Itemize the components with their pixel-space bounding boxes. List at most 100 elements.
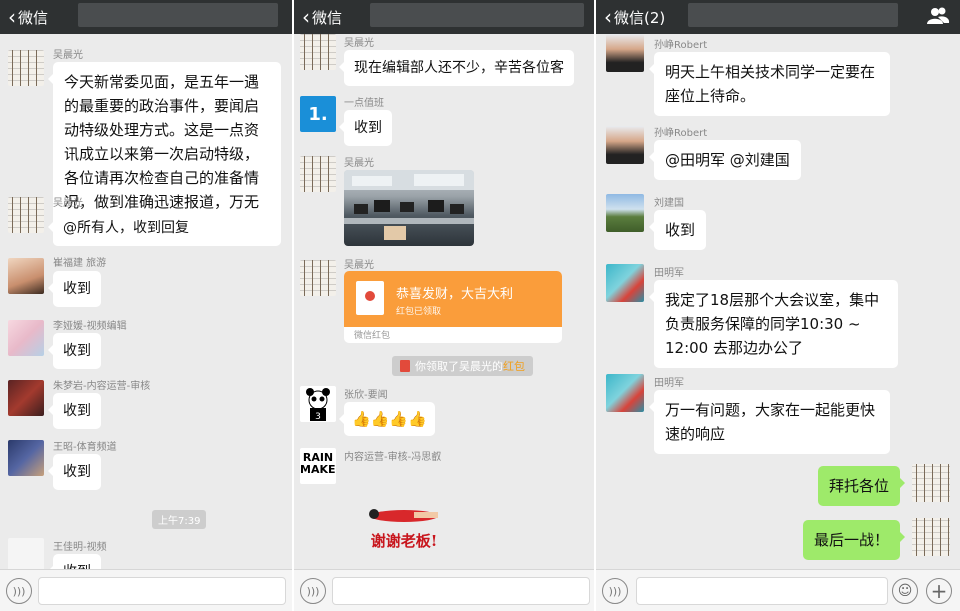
avatar[interactable] (606, 374, 644, 412)
system-notice-link[interactable]: 红包 (503, 358, 525, 374)
avatar[interactable] (8, 320, 44, 356)
chat-title (78, 3, 278, 27)
message-bubble[interactable]: @所有人，收到回复 (48, 210, 199, 246)
back-button[interactable]: ‹ 微信 (294, 7, 342, 28)
sticker-message[interactable]: 谢谢老板! (354, 504, 454, 554)
emoji-icon[interactable]: ☺ (892, 578, 918, 604)
back-label: 微信(2) (614, 8, 666, 27)
chevron-left-icon: ‹ (302, 5, 310, 29)
top-bar: ‹ 微信 (294, 0, 594, 34)
back-button[interactable]: ‹ 微信(2) (596, 7, 665, 28)
sender-name: 吴晨光 (344, 158, 374, 169)
red-packet[interactable]: 恭喜发财，大吉大利 红包已领取 微信红包 (344, 271, 562, 343)
office-photo (344, 170, 474, 240)
photo-message[interactable] (344, 170, 474, 246)
sender-name: 王昭-体育频道 (53, 442, 117, 453)
plus-icon[interactable]: + (926, 578, 952, 604)
red-envelope-icon (356, 281, 384, 315)
message-bubble[interactable]: 收到 (48, 454, 101, 490)
panda-icon: 3 (306, 388, 330, 422)
avatar[interactable] (8, 197, 44, 233)
message-bubble[interactable]: 明天上午相关技术同学一定要在座位上待命。 (649, 52, 890, 116)
avatar[interactable] (300, 260, 336, 296)
avatar[interactable] (606, 264, 644, 302)
message-bubble[interactable]: 万一有问题，大家在一起能更快速的响应 (649, 390, 890, 454)
red-packet-status: 红包已领取 (396, 307, 442, 317)
sender-name: 一点值班 (344, 98, 384, 109)
avatar[interactable] (300, 156, 336, 192)
sender-name: 田明军 (654, 268, 684, 279)
message-list[interactable]: 吴晨光 今天新常委见面，是五年一遇的最重要的政治事件，要闻启动特级处理方式。这是… (0, 34, 292, 569)
top-bar: ‹ 微信 (0, 0, 292, 34)
avatar[interactable]: RAIN MAKER (300, 448, 336, 484)
sticker-figure (369, 509, 438, 522)
chevron-left-icon: ‹ (604, 5, 612, 29)
input-bar: ))) (294, 569, 594, 611)
chat-title (688, 3, 898, 27)
sender-name: 吴晨光 (344, 260, 374, 271)
back-label: 微信 (18, 8, 49, 27)
own-message-bubble[interactable]: 最后一战！ (802, 520, 906, 560)
avatar[interactable] (8, 380, 44, 416)
own-avatar[interactable] (912, 464, 950, 502)
message-bubble[interactable]: 收到 (48, 333, 101, 369)
sender-name: 吴晨光 (344, 38, 374, 49)
sender-name: 孙峥Robert (654, 40, 708, 51)
message-bubble[interactable]: 收到 (339, 110, 392, 146)
red-packet-title: 恭喜发财，大吉大利 (396, 287, 514, 302)
sender-name: 崔福建 旅游 (53, 258, 107, 269)
chat-panel-3: ‹ 微信(2) 孙峥Robert 明天上午相关技术同学一定要在座位上待命。 孙峥… (596, 0, 960, 611)
message-input[interactable] (38, 577, 286, 605)
sender-name: 吴晨光 (53, 50, 83, 61)
voice-icon[interactable]: ))) (6, 578, 32, 604)
avatar[interactable] (8, 538, 44, 569)
message-bubble[interactable]: 👍👍👍👍 (339, 402, 435, 436)
message-bubble[interactable]: 现在编辑部人还不少，辛苦各位客 (339, 50, 574, 86)
chat-title (370, 3, 584, 27)
input-bar: ))) ☺ + (596, 569, 960, 611)
avatar[interactable]: 3 (300, 386, 336, 422)
group-members-icon[interactable] (926, 5, 950, 27)
message-input[interactable] (332, 577, 590, 605)
avatar[interactable] (606, 194, 644, 232)
avatar[interactable] (8, 50, 44, 86)
red-packet-icon (400, 360, 410, 372)
avatar[interactable] (300, 34, 336, 70)
avatar[interactable]: 1. (300, 96, 336, 132)
avatar-badge: 1. (308, 103, 328, 125)
red-packet-footer: 微信红包 (354, 331, 391, 341)
input-bar: ))) (0, 569, 292, 611)
message-bubble[interactable]: 收到 (648, 210, 707, 250)
sender-name: 田明军 (654, 378, 684, 389)
message-bubble[interactable]: 我定了18层那个大会议室，集中负责服务保障的同学10:30 ~ 12:00 去那… (649, 280, 898, 368)
avatar-text: RAIN MAKER (300, 451, 336, 476)
sender-name: 孙峥Robert (654, 128, 708, 139)
message-input[interactable] (636, 577, 888, 605)
own-avatar[interactable] (912, 518, 950, 556)
svg-text:3: 3 (315, 412, 321, 422)
message-bubble[interactable]: 收到 (48, 554, 101, 569)
voice-icon[interactable]: ))) (300, 578, 326, 604)
avatar[interactable] (8, 258, 44, 294)
avatar[interactable] (8, 440, 44, 476)
voice-icon[interactable]: ))) (602, 578, 628, 604)
avatar[interactable] (606, 34, 644, 72)
back-button[interactable]: ‹ 微信 (0, 7, 48, 28)
sender-name: 王佳明-视频 (53, 542, 107, 553)
timestamp: 上午7:39 (152, 510, 207, 529)
sender-name: 张欣-要闻 (344, 390, 388, 401)
message-list[interactable]: 吴晨光 现在编辑部人还不少，辛苦各位客 1. 一点值班 收到 吴晨光 吴晨光 恭… (294, 34, 594, 569)
sticker-text: 谢谢老板! (370, 532, 438, 550)
message-bubble[interactable]: @田明军 @刘建国 (649, 140, 801, 180)
sender-name: 朱梦岩-内容运营-审核 (53, 381, 151, 392)
system-notice: 你领取了吴晨光的 红包 (392, 356, 533, 376)
chat-panel-2: ‹ 微信 吴晨光 现在编辑部人还不少，辛苦各位客 1. 一点值班 收到 吴晨光 (294, 0, 594, 611)
own-message-bubble[interactable]: 拜托各位 (817, 466, 906, 506)
sender-name: 李娅媛-视频编辑 (53, 321, 127, 332)
message-bubble[interactable]: 收到 (48, 393, 101, 429)
top-bar: ‹ 微信(2) (596, 0, 960, 34)
avatar[interactable] (606, 126, 644, 164)
message-bubble[interactable]: 收到 (48, 271, 101, 307)
message-list[interactable]: 孙峥Robert 明天上午相关技术同学一定要在座位上待命。 孙峥Robert @… (596, 34, 960, 569)
sender-name: 内容运营-审核-冯思叡 (344, 452, 442, 463)
